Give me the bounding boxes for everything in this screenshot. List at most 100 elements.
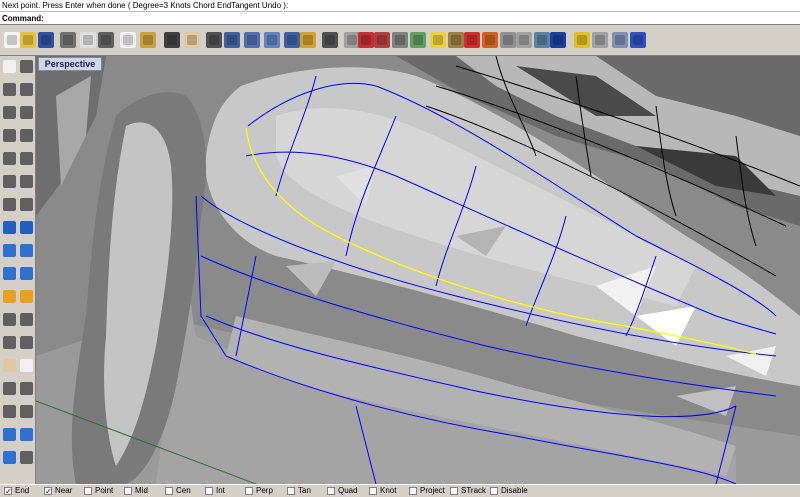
- select-arrow-icon[interactable]: [3, 60, 16, 73]
- options-icon[interactable]: [612, 32, 628, 48]
- osnap-project[interactable]: Project: [409, 486, 445, 496]
- render-sphere-icon[interactable]: [500, 32, 516, 48]
- print-icon[interactable]: [60, 32, 76, 48]
- osnap-quad[interactable]: Quad: [327, 486, 358, 496]
- osnap-end[interactable]: ✓ End: [4, 486, 29, 496]
- osnap-checkbox[interactable]: [369, 487, 377, 495]
- lock-icon[interactable]: [448, 32, 464, 48]
- cube-icon[interactable]: [482, 32, 498, 48]
- polygon-icon[interactable]: [20, 152, 33, 165]
- undo-icon[interactable]: [164, 32, 180, 48]
- analyze-icon[interactable]: [20, 428, 33, 441]
- osnap-label: STrack: [461, 486, 487, 495]
- osnap-checkbox[interactable]: [490, 487, 498, 495]
- open-folder-icon[interactable]: [20, 32, 36, 48]
- hand-pan-icon[interactable]: [184, 32, 200, 48]
- cursor-pointer-icon[interactable]: [20, 359, 33, 372]
- material-sphere-icon[interactable]: [534, 32, 550, 48]
- star-icon[interactable]: [574, 32, 590, 48]
- car-icon[interactable]: [374, 32, 390, 48]
- save-disk-icon[interactable]: [38, 32, 54, 48]
- cylinder-icon[interactable]: [3, 382, 16, 395]
- split-icon[interactable]: [3, 313, 16, 326]
- osnap-checkbox[interactable]: [287, 487, 295, 495]
- osnap-checkbox[interactable]: [165, 487, 173, 495]
- viewport-title-tab[interactable]: Perspective: [38, 57, 102, 71]
- main-tool-palette: [0, 56, 36, 484]
- point-icon[interactable]: [20, 60, 33, 73]
- copy-page-icon[interactable]: [80, 32, 96, 48]
- free-curve-icon[interactable]: [3, 175, 16, 188]
- boolean-icon[interactable]: [20, 267, 33, 280]
- osnap-point[interactable]: Point: [84, 486, 113, 496]
- osnap-mid[interactable]: Mid: [124, 486, 148, 496]
- polyline-icon[interactable]: [20, 83, 33, 96]
- surface-edge-icon[interactable]: [3, 221, 16, 234]
- loft-icon[interactable]: [20, 221, 33, 234]
- surface-corner-icon[interactable]: [20, 198, 33, 211]
- color-palette-icon[interactable]: [464, 32, 480, 48]
- group-icon[interactable]: [20, 382, 33, 395]
- sphere-solid-icon[interactable]: [20, 244, 33, 257]
- zoom-dynamic-icon[interactable]: [264, 32, 280, 48]
- osnap-int[interactable]: Int: [205, 486, 225, 496]
- osnap-checkbox[interactable]: [124, 487, 132, 495]
- osnap-checkbox[interactable]: ✓: [4, 487, 12, 496]
- osnap-tan[interactable]: Tan: [287, 486, 311, 496]
- mesh-icon[interactable]: [3, 290, 16, 303]
- box-solid-icon[interactable]: [3, 244, 16, 257]
- move-arrows-icon[interactable]: [206, 32, 222, 48]
- osnap-checkbox[interactable]: [409, 487, 417, 495]
- help-icon[interactable]: [630, 32, 646, 48]
- circle-icon[interactable]: [20, 106, 33, 119]
- explode-icon[interactable]: [20, 336, 33, 349]
- zoom-window-icon[interactable]: [244, 32, 260, 48]
- osnap-checkbox[interactable]: [205, 487, 213, 495]
- curve-icon[interactable]: [3, 106, 16, 119]
- osnap-near[interactable]: ✓ Near: [44, 486, 72, 496]
- osnap-checkbox[interactable]: [84, 487, 92, 495]
- osnap-checkbox[interactable]: ✓: [44, 487, 52, 496]
- hand-tool-icon[interactable]: [3, 359, 16, 372]
- layer-icon[interactable]: [392, 32, 408, 48]
- command-input[interactable]: [48, 13, 788, 23]
- osnap-strack[interactable]: STrack: [450, 486, 486, 496]
- copy-icon[interactable]: [120, 32, 136, 48]
- osnap-perp[interactable]: Perp: [245, 486, 273, 496]
- rectangle-icon[interactable]: [3, 152, 16, 165]
- osnap-checkbox[interactable]: [450, 487, 458, 495]
- properties-icon[interactable]: [410, 32, 426, 48]
- zoom-selected-icon[interactable]: [300, 32, 316, 48]
- point-pencil-icon[interactable]: [358, 32, 374, 48]
- osnap-cen[interactable]: Cen: [165, 486, 191, 496]
- zoom-icon[interactable]: [224, 32, 240, 48]
- offset-icon[interactable]: [3, 198, 16, 211]
- paste-icon[interactable]: [140, 32, 156, 48]
- new-file-icon[interactable]: [4, 32, 20, 48]
- osnap-knot[interactable]: Knot: [369, 486, 396, 496]
- rotate-view-icon[interactable]: [322, 32, 338, 48]
- layout-icon[interactable]: [20, 451, 33, 464]
- tools-icon[interactable]: [592, 32, 608, 48]
- sphere-blue-icon[interactable]: [3, 428, 16, 441]
- arc-icon[interactable]: [3, 129, 16, 142]
- shaded-sphere-icon[interactable]: [516, 32, 532, 48]
- trim-icon[interactable]: [20, 313, 33, 326]
- join-icon[interactable]: [3, 336, 16, 349]
- osnap-disable[interactable]: Disable: [490, 486, 528, 496]
- line-icon[interactable]: [3, 83, 16, 96]
- cut-scissors-icon[interactable]: [98, 32, 114, 48]
- text-icon[interactable]: [20, 405, 33, 418]
- osnap-checkbox[interactable]: [245, 487, 253, 495]
- globe-icon[interactable]: [550, 32, 566, 48]
- light-bulb-icon[interactable]: [430, 32, 446, 48]
- osnap-checkbox[interactable]: [327, 487, 335, 495]
- extrude-icon[interactable]: [3, 267, 16, 280]
- zoom-extents-icon[interactable]: [284, 32, 300, 48]
- render-icon[interactable]: [3, 451, 16, 464]
- dimension-icon[interactable]: [3, 405, 16, 418]
- fillet-icon[interactable]: [20, 175, 33, 188]
- fire-icon[interactable]: [20, 290, 33, 303]
- perspective-viewport[interactable]: Perspective: [36, 56, 800, 484]
- ellipse-icon[interactable]: [20, 129, 33, 142]
